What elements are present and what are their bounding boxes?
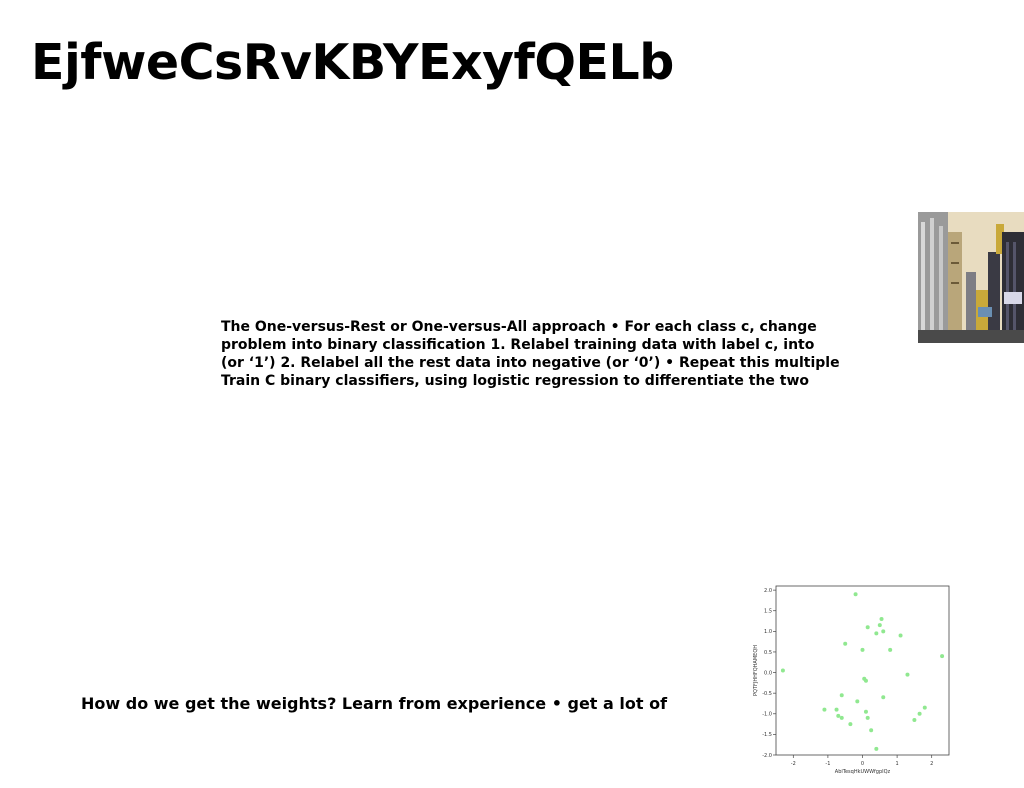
body-line: (or ‘1’) 2. Relabel all the rest data in…	[221, 355, 840, 371]
y-axis-label: PQTFJHHFQHAMEQH	[753, 645, 759, 696]
scatter-point	[848, 722, 853, 727]
caption-text: How do we get the weights? Learn from ex…	[81, 694, 668, 713]
scatter-point	[839, 715, 844, 720]
city-photo-graphic	[918, 212, 1024, 343]
scatter-point	[881, 629, 886, 634]
x-tick-label: 0	[861, 761, 864, 767]
scatter-point	[874, 746, 879, 751]
scatter-point	[905, 672, 910, 677]
y-tick-label: -1.5	[762, 732, 772, 738]
city-street-photo	[918, 212, 1024, 343]
scatter-point	[898, 633, 903, 638]
body-line: The One-versus-Rest or One-versus-All ap…	[221, 319, 817, 335]
body-line: problem into binary classification 1. Re…	[221, 337, 815, 353]
scatter-point	[860, 647, 865, 652]
y-tick-label: -1.0	[762, 712, 772, 718]
plot-frame	[775, 585, 950, 756]
scatter-point	[912, 717, 917, 722]
y-tick-label: -0.5	[762, 691, 772, 697]
scatter-plot: -2 -1 0 1 2 -2.0 -1.5 -1.0 -0.5 0.0 0.5 1.0 1.5 2.0 Ab…	[753, 585, 950, 775]
slide-title: EjfweCsRvKBYExyfQELb	[31, 34, 674, 91]
x-axis-label: AbiTesqHkUWWfgpIQz	[835, 769, 891, 775]
x-tick-label: -1	[825, 761, 830, 767]
scatter-point	[869, 728, 874, 733]
body-text: The One-versus-Rest or One-versus-All ap…	[221, 318, 861, 390]
scatter-point	[874, 631, 879, 636]
scatter-point	[836, 713, 841, 718]
scatter-point	[843, 641, 848, 646]
scatter-point	[865, 625, 870, 630]
scatter-point	[855, 699, 860, 704]
scatter-point	[853, 592, 858, 597]
scatter-point	[863, 709, 868, 714]
scatter-point	[888, 647, 893, 652]
x-tick-label: -2	[791, 761, 796, 767]
x-tick-label: 2	[930, 761, 933, 767]
scatter-point	[863, 678, 868, 683]
scatter-point	[881, 695, 886, 700]
y-tick-label: 1.0	[764, 629, 772, 635]
scatter-point	[865, 715, 870, 720]
x-tick-label: 1	[896, 761, 899, 767]
y-tick-label: 0.5	[764, 650, 772, 656]
y-tick-label: -2.0	[762, 753, 772, 759]
y-tick-label: 2.0	[764, 588, 772, 594]
y-tick-label: 1.5	[764, 609, 772, 615]
scatter-point	[922, 705, 927, 710]
scatter-point	[917, 711, 922, 716]
scatter-point	[839, 693, 844, 698]
y-tick-label: 0.0	[764, 670, 772, 676]
scatter-point	[822, 707, 827, 712]
scatter-point	[780, 668, 785, 673]
scatter-point	[877, 623, 882, 628]
scatter-point	[834, 707, 839, 712]
body-line: Train C binary classifiers, using logist…	[221, 373, 810, 389]
scatter-point	[879, 616, 884, 621]
scatter-point	[940, 654, 945, 659]
